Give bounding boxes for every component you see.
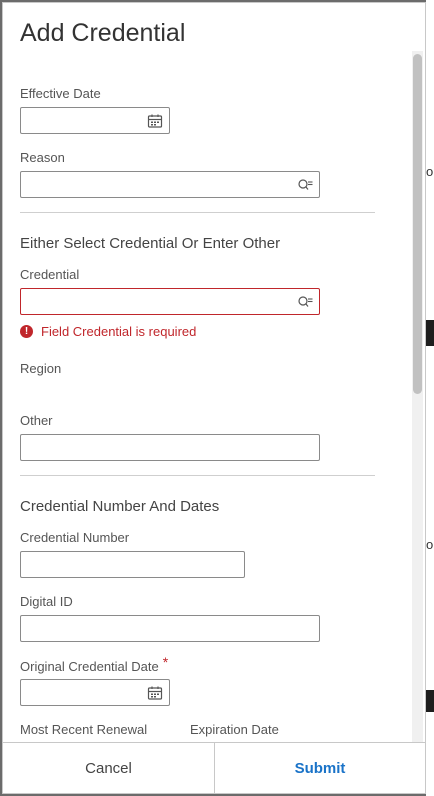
required-marker: *: [162, 654, 169, 670]
lookup-search-icon[interactable]: [297, 177, 313, 193]
section-divider: [20, 212, 375, 213]
credential-number-input[interactable]: [20, 551, 245, 578]
dialog-footer: Cancel Submit: [3, 742, 425, 793]
reason-label: Reason: [20, 150, 65, 165]
scrollbar-thumb[interactable]: [413, 54, 422, 394]
other-input[interactable]: [20, 434, 320, 461]
digital-id-label: Digital ID: [20, 594, 73, 609]
most-recent-renewal-label: Most Recent Renewal: [20, 722, 148, 737]
section-heading-credential: Either Select Credential Or Enter Other: [20, 235, 281, 252]
cancel-button[interactable]: Cancel: [3, 743, 215, 793]
credential-lookup-input[interactable]: [20, 288, 320, 315]
dialog-title: Add Credential: [20, 19, 186, 47]
original-credential-date-input[interactable]: [20, 679, 170, 706]
credential-label: Credential: [20, 267, 80, 282]
background-glyph: o: [426, 537, 434, 552]
background-dark-band: [426, 690, 434, 712]
digital-id-input[interactable]: [20, 615, 320, 642]
credential-number-label: Credential Number: [20, 530, 130, 545]
calendar-icon[interactable]: [147, 685, 163, 701]
section-heading-credential-number: Credential Number And Dates: [20, 498, 220, 515]
region-label: Region: [20, 361, 62, 376]
reason-lookup-input[interactable]: [20, 171, 320, 198]
other-label: Other: [20, 413, 53, 428]
original-credential-date-text: Original Credential Date: [20, 659, 159, 674]
credential-error-message: ! Field Credential is required: [20, 323, 196, 339]
lookup-search-icon[interactable]: [297, 294, 313, 310]
add-credential-dialog: Add Credential Effective Date Reason Eit…: [2, 2, 426, 794]
original-credential-date-label: Original Credential Date *: [20, 654, 168, 674]
submit-button[interactable]: Submit: [215, 743, 425, 793]
background-dark-band: [426, 320, 434, 346]
expiration-date-label: Expiration Date: [190, 722, 279, 737]
background-glyph: o: [426, 164, 434, 179]
scrollbar[interactable]: [412, 51, 423, 744]
effective-date-input[interactable]: [20, 107, 170, 134]
error-icon: !: [20, 324, 33, 338]
background-page-strip: [426, 346, 434, 796]
background-page-strip: [426, 0, 434, 320]
calendar-icon[interactable]: [147, 113, 163, 129]
dialog-form-scroll-area[interactable]: Effective Date Reason Either Select Cred…: [3, 51, 427, 744]
credential-error-text: Field Credential is required: [41, 323, 197, 339]
section-divider: [20, 475, 375, 476]
effective-date-label: Effective Date: [20, 86, 101, 101]
